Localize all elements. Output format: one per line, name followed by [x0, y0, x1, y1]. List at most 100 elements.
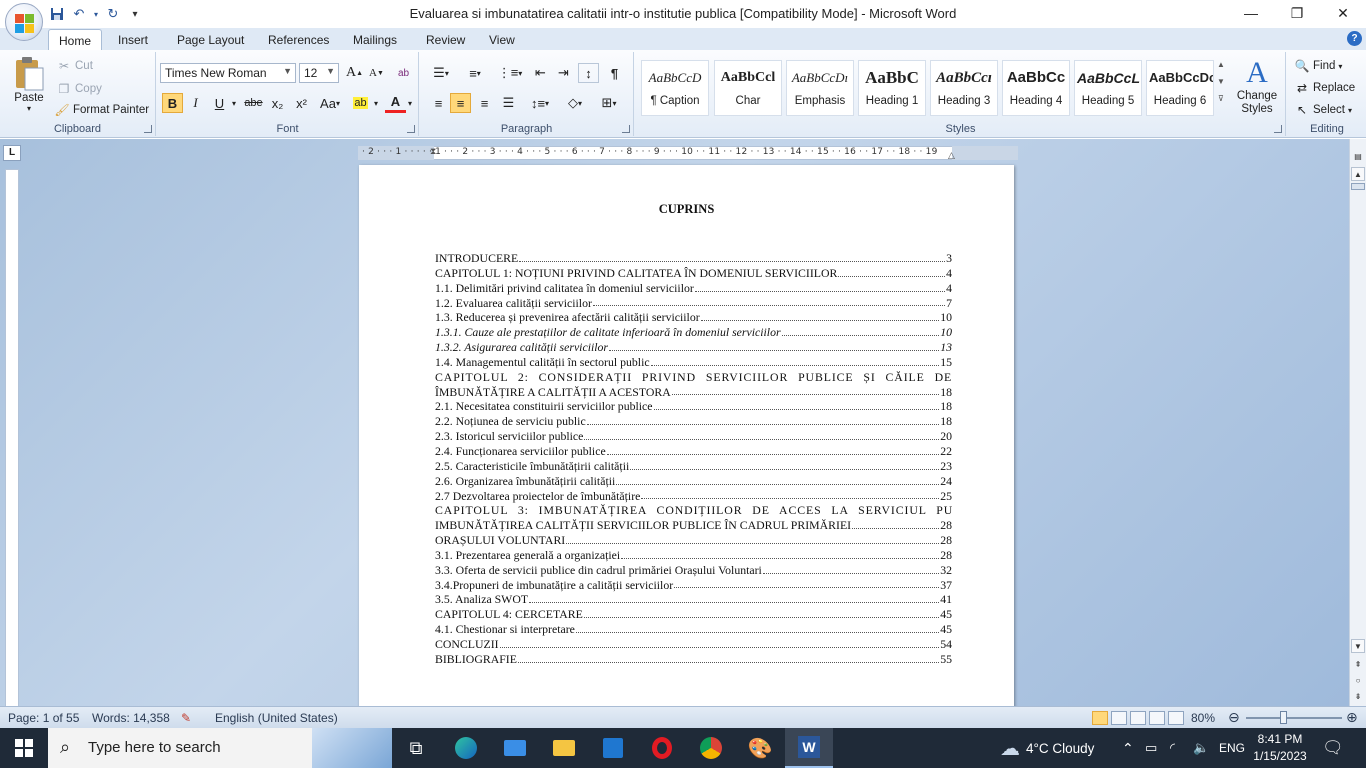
paragraph-launcher-icon[interactable]: [622, 125, 630, 133]
shading-icon[interactable]: ◇ ▾: [560, 93, 590, 113]
replace-button[interactable]: ⇄ Replace: [1294, 80, 1355, 96]
toc-entry[interactable]: CAPITOLUL 4: CERCETARE 45: [435, 607, 952, 622]
print-layout-icon[interactable]: [1092, 711, 1108, 725]
justify-icon[interactable]: ☰: [498, 93, 519, 113]
font-family-combo[interactable]: Times New Roman ▼: [160, 63, 296, 83]
sort-icon[interactable]: ↕: [578, 63, 599, 83]
toc-entry[interactable]: 2.4. Funcționarea serviciilor publice 22: [435, 444, 952, 459]
underline-button[interactable]: U: [209, 93, 230, 113]
multilevel-list-icon[interactable]: ⋮≡ ▾: [495, 63, 525, 83]
paste-button[interactable]: Paste ▾: [8, 56, 50, 113]
language-indicator[interactable]: English (United States): [215, 711, 338, 725]
superscript-button[interactable]: x²: [291, 93, 312, 113]
view-ruler-icon[interactable]: ▤: [1351, 149, 1365, 163]
document-workspace[interactable]: L · 2 · · · 1 · · · · · 1 · · · 2 · · · …: [0, 139, 1349, 706]
toc-entry[interactable]: 2.5. Caracteristicile îmbunătățirii cali…: [435, 459, 952, 474]
tab-review[interactable]: Review: [416, 29, 475, 50]
page-count[interactable]: Page: 1 of 55: [8, 711, 79, 725]
previous-page-icon[interactable]: ⇞: [1351, 657, 1365, 671]
borders-icon[interactable]: ⊞ ▾: [594, 93, 624, 113]
bullets-icon[interactable]: ☰ ▾: [427, 63, 455, 83]
chrome-icon[interactable]: [687, 728, 735, 768]
next-page-icon[interactable]: ⇟: [1351, 689, 1365, 703]
toc-entry[interactable]: 3.3. Oferta de servicii publice din cadr…: [435, 563, 952, 578]
start-button[interactable]: [0, 728, 48, 768]
bold-button[interactable]: B: [162, 93, 183, 113]
font-launcher-icon[interactable]: [407, 125, 415, 133]
toc-entry[interactable]: INTRODUCERE 3: [435, 251, 952, 266]
change-styles-button[interactable]: A Change Styles: [1232, 56, 1282, 116]
toc-entry[interactable]: 1.4. Managementul calității în sectorul …: [435, 355, 952, 370]
tab-references[interactable]: References: [258, 29, 339, 50]
style-heading-6[interactable]: AaBbCcDc Heading 6: [1146, 60, 1214, 116]
toc-entry[interactable]: 2.6. Organizarea îmbunătățirii calității…: [435, 474, 952, 489]
align-center-icon[interactable]: ≡: [450, 93, 471, 113]
indent-marker-icon[interactable]: ⧗: [430, 146, 436, 157]
minimize-icon[interactable]: —: [1228, 0, 1274, 26]
clear-formatting-icon[interactable]: ab: [393, 63, 414, 83]
weather-widget[interactable]: ☁ 4°C Cloudy: [1000, 728, 1094, 768]
toc-entry[interactable]: IMBUNĂTĂȚIREA CALITĂȚII SERVICIILOR PUBL…: [435, 518, 952, 533]
decrease-indent-icon[interactable]: ⇤: [530, 63, 551, 83]
word-count[interactable]: Words: 14,358: [92, 711, 170, 725]
zoom-out-icon[interactable]: ⊖: [1228, 709, 1240, 726]
restore-icon[interactable]: ❐: [1274, 0, 1320, 26]
zoom-level[interactable]: 80%: [1191, 711, 1215, 725]
toc-entry[interactable]: 3.1. Prezentarea generală a organizației…: [435, 548, 952, 563]
line-spacing-icon[interactable]: ↕≡ ▾: [526, 93, 554, 113]
tab-stop-selector[interactable]: L: [3, 145, 21, 161]
clock[interactable]: 8:41 PM 1/15/2023: [1248, 731, 1312, 765]
tab-view[interactable]: View: [479, 29, 525, 50]
toc-entry[interactable]: 1.3.2. Asigurarea calității serviciilor 1…: [435, 340, 952, 355]
style-heading-1[interactable]: AaBbC Heading 1: [858, 60, 926, 116]
scroll-thumb[interactable]: [1351, 183, 1365, 190]
toc-entry[interactable]: CAPITOLUL 3: IMBUNATĂȚIREA CONDIȚIILOR D…: [435, 503, 952, 518]
zoom-in-icon[interactable]: ⊕: [1346, 709, 1358, 726]
toc-entry[interactable]: 3.5. Analiza SWOT 41: [435, 592, 952, 607]
toc-entry[interactable]: 1.3. Reducerea și prevenirea afectării c…: [435, 310, 952, 325]
font-color-icon[interactable]: A: [385, 93, 406, 113]
office-button[interactable]: [5, 3, 43, 41]
opera-icon[interactable]: [638, 728, 686, 768]
styles-launcher-icon[interactable]: [1274, 125, 1282, 133]
volume-icon[interactable]: 🔈: [1193, 728, 1209, 768]
style-heading-3[interactable]: AaBbCcı Heading 3: [930, 60, 998, 116]
highlight-dropdown-icon[interactable]: ▾: [371, 93, 381, 113]
draft-icon[interactable]: [1168, 711, 1184, 725]
remote-desktop-icon[interactable]: [491, 728, 539, 768]
wifi-icon[interactable]: ◜: [1170, 728, 1175, 768]
numbering-icon[interactable]: ≡ ▾: [461, 63, 489, 83]
right-indent-marker-icon[interactable]: △: [948, 150, 955, 161]
help-icon[interactable]: ?: [1347, 31, 1362, 46]
toc-entry[interactable]: 2.3. Istoricul serviciilor publice 20: [435, 429, 952, 444]
underline-dropdown-icon[interactable]: ▾: [229, 93, 239, 113]
select-button[interactable]: ↖ Select ▾: [1294, 102, 1352, 118]
clipboard-launcher-icon[interactable]: [144, 125, 152, 133]
toc-entry[interactable]: 2.7 Dezvoltarea proiectelor de îmbunătăț…: [435, 489, 952, 504]
toc-entry[interactable]: CONCLUZII 54: [435, 637, 952, 652]
grow-font-button[interactable]: A ▲: [344, 63, 365, 83]
style-heading-4[interactable]: AaBbCc Heading 4: [1002, 60, 1070, 116]
file-explorer-icon[interactable]: [540, 728, 588, 768]
tab-home[interactable]: Home: [48, 29, 103, 50]
toc-entry[interactable]: 2.2. Noțiunea de serviciu public 18: [435, 414, 952, 429]
styles-scroll[interactable]: ▲ ▼ ⊽: [1217, 60, 1225, 103]
toc-entry[interactable]: 1.2. Evaluarea calității serviciilor 7: [435, 296, 952, 311]
italic-button[interactable]: I: [185, 93, 206, 113]
toc-entry[interactable]: 1.1. Delimitări privind calitatea în dom…: [435, 281, 952, 296]
toc-entry[interactable]: 2.1. Necesitatea constituirii serviciilo…: [435, 399, 952, 414]
outline-icon[interactable]: [1149, 711, 1165, 725]
subscript-button[interactable]: x₂: [267, 93, 288, 113]
style-heading-5[interactable]: AaBbCcL Heading 5: [1074, 60, 1142, 116]
vertical-ruler[interactable]: [5, 169, 19, 706]
align-left-icon[interactable]: ≡: [428, 93, 449, 113]
toc-entry[interactable]: ÎMBUNĂTĂȚIRE A CALITĂȚII A ACESTORA 18: [435, 385, 952, 400]
strikethrough-button[interactable]: abe: [243, 93, 264, 113]
style-char[interactable]: AaBbCcl Char: [714, 60, 782, 116]
change-case-button[interactable]: Aa ▾: [317, 93, 343, 113]
find-button[interactable]: 🔍 Find ▾: [1294, 58, 1343, 74]
font-color-dropdown-icon[interactable]: ▾: [405, 93, 415, 113]
tab-page-layout[interactable]: Page Layout: [167, 29, 254, 50]
shrink-font-button[interactable]: A ▼: [366, 63, 387, 83]
tab-mailings[interactable]: Mailings: [343, 29, 407, 50]
